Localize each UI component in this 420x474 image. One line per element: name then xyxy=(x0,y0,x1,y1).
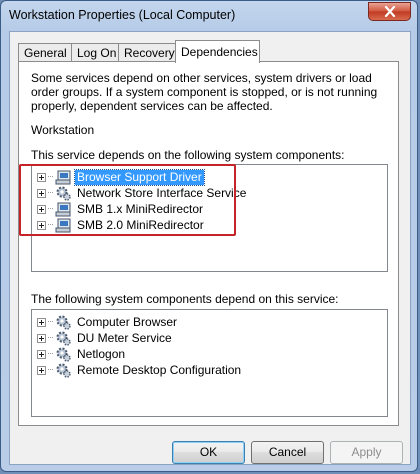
tree-item-remote-desktop-configuration[interactable]: Remote Desktop Configuration xyxy=(37,362,243,378)
tab-label: Dependencies xyxy=(181,45,258,59)
tab-label: Log On xyxy=(77,46,117,60)
tree-item-du-meter-service[interactable]: DU Meter Service xyxy=(37,330,174,346)
tree-item-label: DU Meter Service xyxy=(77,330,172,345)
cancel-button[interactable]: Cancel xyxy=(251,441,324,464)
tree-item-label: Remote Desktop Configuration xyxy=(77,362,242,377)
annotation-highlight-box xyxy=(19,164,236,236)
service-gear-icon xyxy=(56,315,71,330)
tab-recovery[interactable]: Recovery xyxy=(118,43,178,62)
service-gear-icon xyxy=(56,347,71,362)
service-gear-icon xyxy=(56,363,71,378)
tab-label: Recovery xyxy=(124,46,175,60)
tree-item-netlogon[interactable]: Netlogon xyxy=(37,346,127,362)
close-button[interactable] xyxy=(368,2,411,21)
close-icon xyxy=(384,6,395,17)
apply-button[interactable]: Apply xyxy=(330,441,403,464)
expand-plus-icon[interactable] xyxy=(37,333,46,343)
service-gear-icon xyxy=(56,331,71,346)
expand-plus-icon[interactable] xyxy=(37,349,46,359)
tab-dependencies[interactable]: Dependencies xyxy=(175,40,260,63)
tree-connector xyxy=(48,353,53,355)
window-title: Workstation Properties (Local Computer) xyxy=(9,8,236,22)
properties-window: Workstation Properties (Local Computer) … xyxy=(0,0,418,472)
service-name: Workstation xyxy=(31,123,95,137)
expand-plus-icon[interactable] xyxy=(37,317,46,327)
description-text: Some services depend on other services, … xyxy=(31,71,378,113)
tree-item-computer-browser[interactable]: Computer Browser xyxy=(37,314,179,330)
tree-connector xyxy=(48,337,53,339)
depends-on-label: This service depends on the following sy… xyxy=(31,148,345,162)
ok-button[interactable]: OK xyxy=(172,441,245,464)
tab-general[interactable]: General xyxy=(18,43,72,62)
dependencies-panel: Some services depend on other services, … xyxy=(18,61,399,426)
dependents-label: The following system components depend o… xyxy=(31,292,339,306)
tree-item-label: Computer Browser xyxy=(77,314,178,329)
tree-connector xyxy=(48,369,53,371)
tab-label: General xyxy=(24,46,67,60)
title-bar[interactable]: Workstation Properties (Local Computer) xyxy=(1,1,417,31)
dependents-tree[interactable]: Computer Browser DU Meter Service Netlog… xyxy=(31,309,388,417)
tab-log-on[interactable]: Log On xyxy=(71,43,119,62)
tree-item-label: Netlogon xyxy=(77,346,126,361)
tree-connector xyxy=(48,321,53,323)
expand-plus-icon[interactable] xyxy=(37,365,46,375)
dialog-client-area: General Log On Recovery Dependencies Som… xyxy=(9,31,411,465)
